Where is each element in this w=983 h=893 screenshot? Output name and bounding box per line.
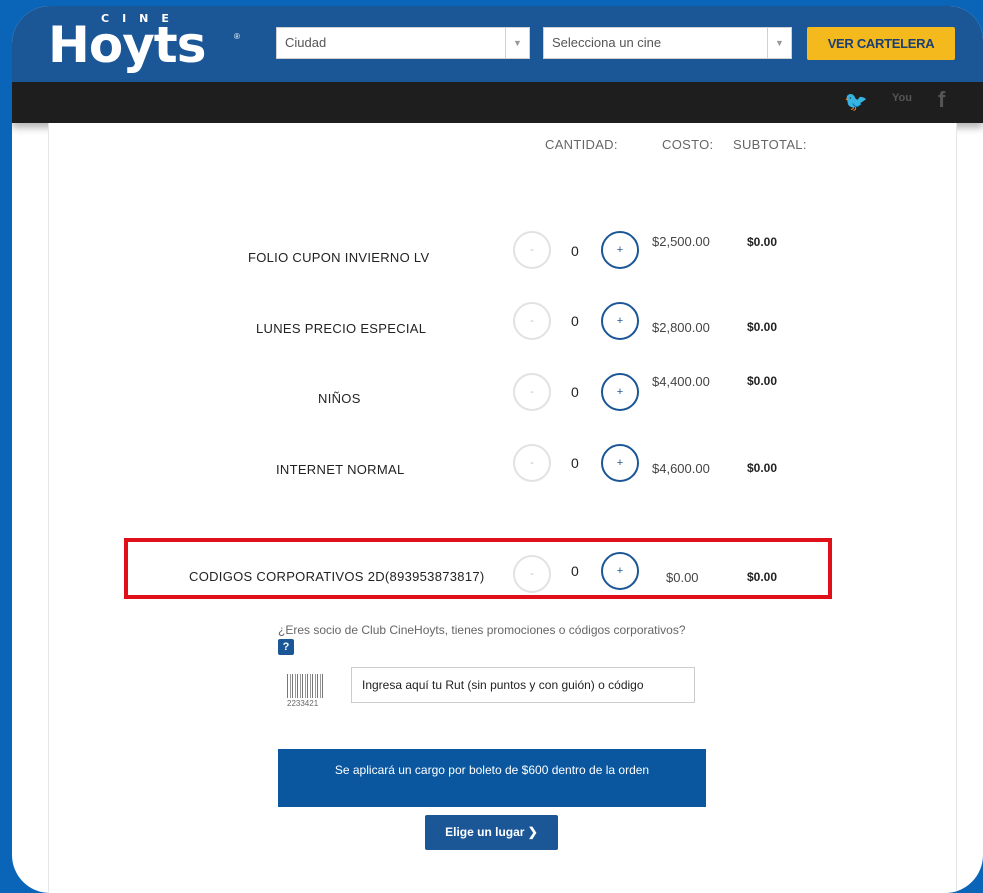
help-icon[interactable]: ? — [278, 638, 294, 655]
ticket-subtotal: $0.00 — [747, 461, 778, 475]
increase-quantity-button[interactable]: + — [601, 552, 639, 590]
cinehoyts-logo[interactable]: CINE Hoyts ® — [48, 12, 243, 80]
ticket-cost: $4,400.00 — [652, 374, 710, 389]
quantity-value: 0 — [571, 563, 579, 579]
barcode-icon: 2233421 — [284, 672, 326, 710]
quantity-value: 0 — [571, 313, 579, 329]
decrease-quantity-button[interactable]: - — [513, 555, 551, 593]
col-header-cantidad: CANTIDAD: — [545, 137, 618, 152]
club-promo-question: ¿Eres socio de Club CineHoyts, tienes pr… — [278, 622, 688, 655]
quantity-value: 0 — [571, 455, 579, 471]
ticket-subtotal: $0.00 — [747, 320, 778, 334]
ticket-subtotal: $0.00 — [747, 374, 778, 388]
ver-cartelera-button[interactable]: VER CARTELERA — [807, 27, 955, 60]
city-select[interactable]: Ciudad ▼ — [276, 27, 530, 59]
decrease-quantity-button[interactable]: - — [513, 302, 551, 340]
ticket-cost: $2,800.00 — [652, 320, 710, 335]
increase-quantity-button[interactable]: + — [601, 231, 639, 269]
site-header: CINE Hoyts ® Ciudad ▼ Selecciona un cine… — [12, 6, 983, 82]
city-select-value: Ciudad — [285, 35, 327, 50]
quantity-value: 0 — [571, 384, 579, 400]
ticket-type-label: LUNES PRECIO ESPECIAL — [256, 321, 427, 336]
barcode-number: 2233421 — [287, 699, 319, 708]
facebook-icon[interactable]: f — [938, 87, 945, 113]
youtube-icon[interactable]: You — [892, 93, 912, 104]
ticket-subtotal: $0.00 — [747, 235, 778, 249]
ticket-cost: $2,500.00 — [652, 234, 710, 249]
ticket-cost: $0.00 — [666, 570, 699, 585]
logo-brand-text: Hoyts — [48, 16, 206, 74]
rut-code-input[interactable]: Ingresa aquí tu Rut (sin puntos y con gu… — [351, 667, 695, 703]
twitter-icon[interactable]: 🐦 — [844, 90, 868, 114]
barcode-lines — [287, 674, 323, 698]
increase-quantity-button[interactable]: + — [601, 373, 639, 411]
choose-seat-button[interactable]: Elige un lugar ❯ — [425, 815, 558, 850]
increase-quantity-button[interactable]: + — [601, 302, 639, 340]
col-header-costo: COSTO: — [662, 137, 714, 152]
service-charge-notice: Se aplicará un cargo por boleto de $600 … — [278, 749, 706, 807]
social-bar — [12, 82, 983, 123]
decrease-quantity-button[interactable]: - — [513, 444, 551, 482]
cinema-select[interactable]: Selecciona un cine ▼ — [543, 27, 792, 59]
ticket-type-label: CODIGOS CORPORATIVOS 2D(893953873817) — [189, 569, 485, 584]
ticket-type-label: NIÑOS — [318, 391, 361, 406]
ticket-type-label: FOLIO CUPON INVIERNO LV — [248, 250, 430, 265]
decrease-quantity-button[interactable]: - — [513, 231, 551, 269]
ticket-subtotal: $0.00 — [747, 570, 778, 584]
decrease-quantity-button[interactable]: - — [513, 373, 551, 411]
col-header-subtotal: SUBTOTAL: — [733, 137, 807, 152]
ticket-cost: $4,600.00 — [652, 461, 710, 476]
ticket-type-label: INTERNET NORMAL — [276, 462, 405, 477]
increase-quantity-button[interactable]: + — [601, 444, 639, 482]
chevron-down-icon[interactable]: ▼ — [767, 28, 791, 58]
club-question-text: ¿Eres socio de Club CineHoyts, tienes pr… — [278, 623, 686, 637]
chevron-down-icon[interactable]: ▼ — [505, 28, 529, 58]
quantity-value: 0 — [571, 243, 579, 259]
cinema-select-value: Selecciona un cine — [552, 35, 662, 50]
logo-registered-mark: ® — [234, 32, 240, 41]
